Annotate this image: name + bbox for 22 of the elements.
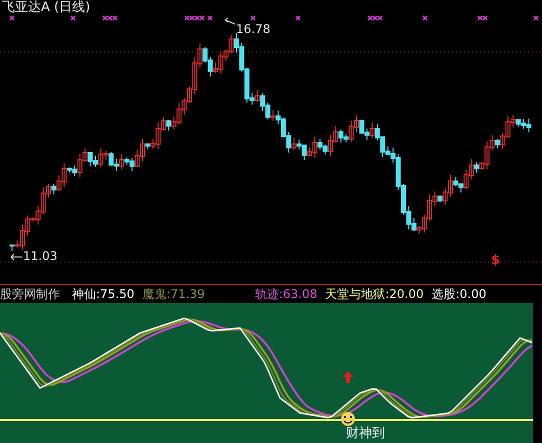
- legend-item: 股旁网制作: [0, 286, 60, 302]
- cross-icon: [207, 15, 213, 21]
- chart-title: 飞亚达A (日线): [2, 0, 90, 15]
- legend-item: 轨迹:63.08: [254, 286, 318, 302]
- legend-item: 选股:0.00: [432, 286, 486, 302]
- smiley-icon: [341, 412, 355, 426]
- arrow-icon: [10, 254, 22, 260]
- signal-label: 财神到: [346, 425, 385, 442]
- legend-item: 神仙:75.50: [72, 286, 134, 302]
- legend-item: 魔鬼:71.39: [142, 286, 205, 302]
- legend-item: 天堂与地狱:20.00: [325, 286, 424, 302]
- price-label: 11.03: [23, 250, 58, 263]
- up-arrow-icon: [343, 371, 353, 383]
- signal-mark: $: [491, 254, 500, 268]
- cross-icon: [533, 15, 539, 21]
- arrow-icon: [224, 18, 236, 24]
- cross-icon: [250, 15, 256, 21]
- cross-icon: [70, 15, 76, 21]
- cross-icon: [422, 15, 428, 21]
- cross-icon: [295, 15, 301, 21]
- price-label: 16.78: [236, 23, 270, 36]
- cross-icon: [9, 15, 15, 21]
